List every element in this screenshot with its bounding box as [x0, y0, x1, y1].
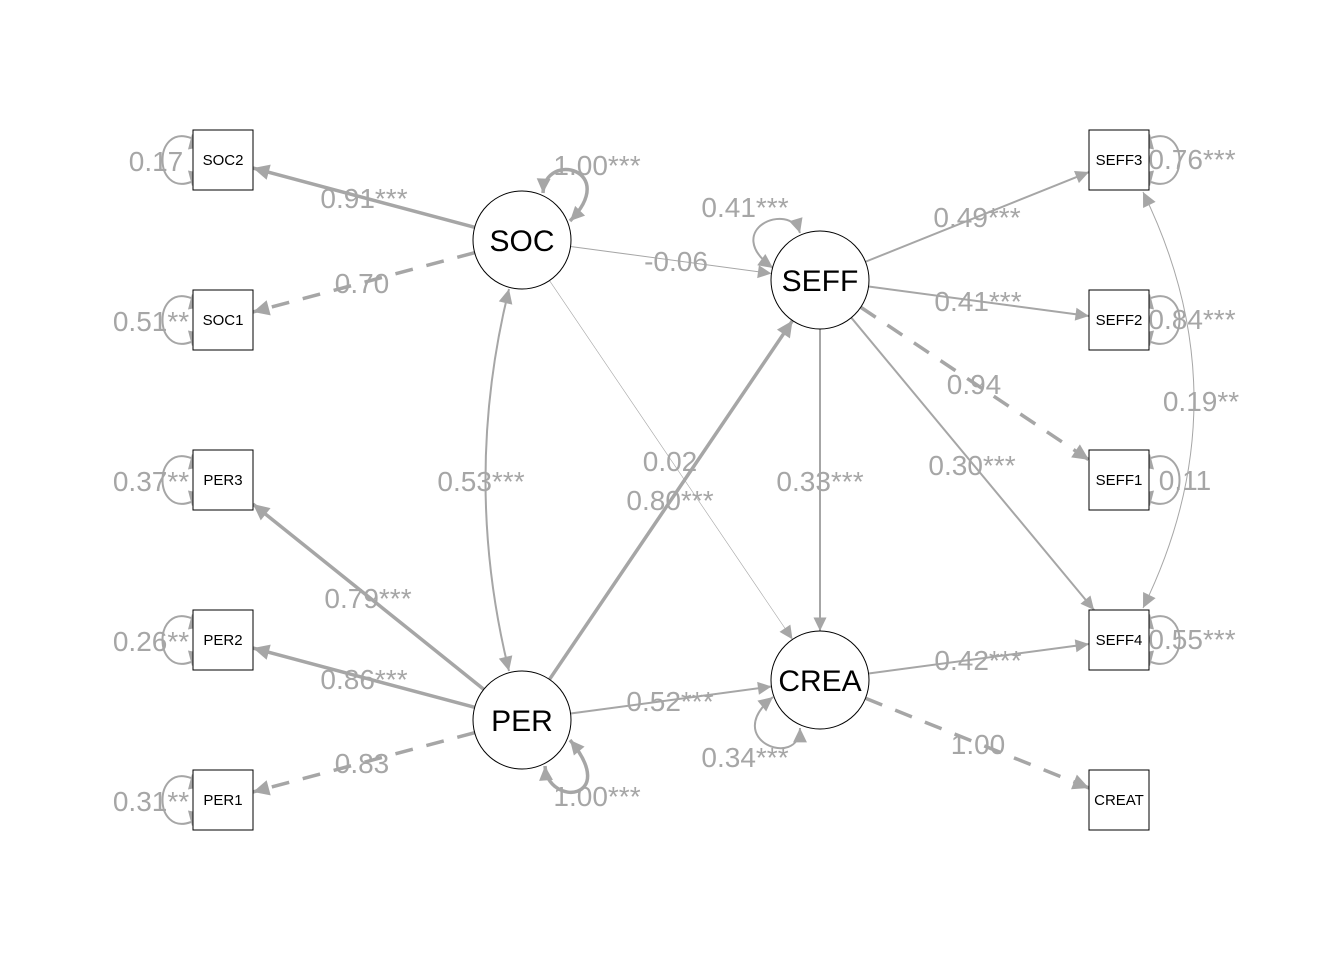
arrowhead [813, 617, 827, 631]
arrowhead [253, 300, 271, 316]
node-label: SEFF4 [1096, 632, 1143, 649]
node-label: CREA [778, 665, 861, 698]
node-seff: SEFF [770, 230, 870, 330]
node-label: SEFF3 [1096, 152, 1143, 169]
arrowhead [757, 681, 772, 695]
sem-path-diagram: SOC2 SOC1 PER3 PER2 PER1 SEFF3 SEFF2 SEFF1 SEFF4… [0, 0, 1344, 960]
edge-label: 0.33*** [776, 466, 863, 497]
variance-label: 0.34*** [701, 742, 788, 773]
node-label: SEFF1 [1096, 472, 1143, 489]
edge-label: 0.19** [1163, 386, 1239, 417]
diagram-canvas: SOC2 SOC1 PER3 PER2 PER1 SEFF3 SEFF2 SEFF1 SEFF4… [113, 129, 1239, 831]
edge-label: 0.41*** [934, 286, 1021, 317]
variance-label: 0.84*** [1148, 304, 1235, 335]
variance-label: 0.55*** [1148, 624, 1235, 655]
arrowhead [1074, 307, 1089, 321]
node-label: CREAT [1094, 792, 1144, 809]
variance-label: 0.11 [1159, 465, 1211, 496]
node-per2: PER2 [192, 609, 254, 671]
arrowhead [793, 728, 807, 743]
node-label: SOC2 [203, 152, 244, 169]
arrowhead [253, 644, 271, 660]
edge-label: 0.53*** [437, 466, 524, 497]
node-label: SOC1 [203, 312, 244, 329]
node-creat: CREAT [1088, 769, 1150, 831]
node-label: PER1 [203, 792, 242, 809]
arrowhead [776, 320, 793, 339]
node-soc2: SOC2 [192, 129, 254, 191]
variance-label: 0.26** [113, 626, 189, 657]
node-soc: SOC [472, 190, 572, 290]
node-per: PER [472, 670, 572, 770]
node-label: SEFF2 [1096, 312, 1143, 329]
node-per3: PER3 [192, 449, 254, 511]
edge-label: 0.79*** [324, 583, 411, 614]
arrowhead [498, 289, 513, 305]
arrowhead [1074, 639, 1089, 653]
variance-label: 0.41*** [701, 192, 788, 223]
arrowhead [1071, 444, 1089, 460]
variance-label: 0.37** [113, 466, 189, 497]
arrowhead [536, 178, 551, 193]
edge-label: 0.91*** [320, 183, 407, 214]
arrowhead [570, 740, 585, 756]
arrowhead [253, 164, 271, 180]
node-label: PER [491, 705, 553, 738]
node-per1: PER1 [192, 769, 254, 831]
variance-label: 0.17 [129, 146, 184, 177]
edge-label: 0.42*** [934, 645, 1021, 676]
variance-label: 1.00*** [553, 781, 640, 812]
edge-label: 0.94 [947, 369, 1002, 400]
node-soc1: SOC1 [192, 289, 254, 351]
arrowhead [789, 217, 803, 233]
edge-label: 1.00 [951, 729, 1006, 760]
variance-label: 1.00*** [553, 150, 640, 181]
edge-label: -0.06 [644, 246, 708, 277]
arrowhead [253, 780, 271, 796]
edge-label: 0.83 [335, 748, 390, 779]
node-seff4: SEFF4 [1088, 609, 1150, 671]
variance-label: 0.51** [113, 306, 189, 337]
arrowhead [539, 766, 553, 781]
node-label: PER3 [203, 472, 242, 489]
arrowhead [779, 624, 793, 640]
variance-label: 0.76*** [1148, 144, 1235, 175]
edge-label: 0.80*** [626, 485, 713, 516]
arrowhead [570, 205, 586, 221]
arrowhead [1080, 595, 1095, 610]
edge-label: 0.30*** [928, 450, 1015, 481]
node-seff1: SEFF1 [1088, 449, 1150, 511]
arrowhead [498, 655, 513, 671]
edge-label: 0.52*** [626, 686, 713, 717]
node-crea: CREA [770, 630, 870, 730]
node-label: SEFF [782, 265, 859, 298]
node-seff2: SEFF2 [1088, 289, 1150, 351]
edge-label: 0.02 [643, 446, 698, 477]
node-seff3: SEFF3 [1088, 129, 1150, 191]
node-label: PER2 [203, 632, 242, 649]
edge-label: 0.86*** [320, 664, 407, 695]
edge-label: 0.49*** [933, 202, 1020, 233]
node-label: SOC [489, 225, 554, 258]
edge-label: 0.70 [335, 268, 390, 299]
variance-label: 0.31** [113, 786, 189, 817]
